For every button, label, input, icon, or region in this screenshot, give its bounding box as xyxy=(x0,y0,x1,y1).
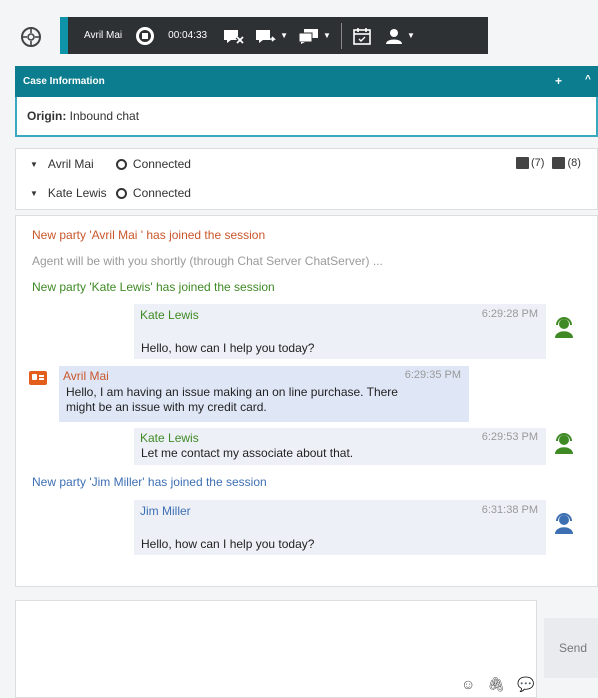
message-author: Jim Miller xyxy=(140,504,191,518)
message-time: 6:31:38 PM xyxy=(481,504,538,516)
chevron-down-icon: ▼ xyxy=(323,31,331,40)
toolbar-divider xyxy=(340,22,342,49)
client-id-card-icon xyxy=(29,371,47,385)
connected-status-icon xyxy=(115,187,127,199)
party-row[interactable]: ▼ Kate Lewis Connected xyxy=(30,186,191,200)
cases-count: (7) xyxy=(531,157,545,169)
message-text: Hello, I am having an issue making an on… xyxy=(66,385,398,399)
party-row[interactable]: ▼ Avril Mai Connected xyxy=(30,157,191,171)
chevron-down-icon[interactable]: ▼ xyxy=(30,189,38,198)
case-information-header[interactable]: Case Information + ^ xyxy=(15,66,598,97)
end-chat-icon[interactable] xyxy=(136,26,155,45)
system-event: New party 'Kate Lewis' has joined the se… xyxy=(32,280,275,294)
toolbar-accent xyxy=(60,17,68,54)
transfer-button[interactable]: ▼ xyxy=(255,28,288,44)
message-time: 6:29:28 PM xyxy=(481,308,538,320)
history-icon xyxy=(552,157,566,169)
message-author: Kate Lewis xyxy=(140,308,199,322)
party-status: Connected xyxy=(132,186,191,200)
message-text: Hello, how can I help you today? xyxy=(141,537,315,551)
attachment-icon[interactable]: 🖇 xyxy=(487,676,505,693)
end-interaction-button[interactable] xyxy=(223,28,245,44)
send-button[interactable]: Send xyxy=(544,618,598,678)
origin-value: Inbound chat xyxy=(69,109,140,123)
toolbar-timer: 00:04:33 xyxy=(168,30,208,41)
chat-transcript[interactable]: New party 'Avril Mai ' has joined the se… xyxy=(15,215,598,587)
chevron-down-icon[interactable]: ▼ xyxy=(30,160,38,169)
add-case-data-icon[interactable]: + xyxy=(555,74,562,88)
party-tools: (7) (8) xyxy=(516,157,581,169)
cases-button[interactable]: (7) xyxy=(516,157,544,169)
agent-headset-icon xyxy=(555,317,573,338)
party-status: Connected xyxy=(132,157,191,171)
case-folder-icon xyxy=(516,157,529,169)
case-information-body: Origin: Inbound chat xyxy=(15,97,598,137)
party-list: ▼ Avril Mai Connected ▼ Kate Lewis Conne… xyxy=(15,148,598,210)
conference-button[interactable]: ▼ xyxy=(298,28,331,44)
chat-conference-icon xyxy=(298,28,319,44)
system-event: New party 'Avril Mai ' has joined the se… xyxy=(32,228,266,242)
focus-status-icon[interactable] xyxy=(20,26,42,48)
system-event: New party 'Jim Miller' has joined the se… xyxy=(32,475,267,489)
calendar-icon xyxy=(353,27,371,45)
agent-message: Jim Miller 6:31:38 PM Hello, how can I h… xyxy=(134,500,546,555)
message-time: 6:29:53 PM xyxy=(481,431,538,443)
message-text: Hello, how can I help you today? xyxy=(141,341,315,355)
case-information-title: Case Information xyxy=(23,76,105,87)
schedule-callback-button[interactable] xyxy=(352,27,372,45)
interaction-toolbar: Avril Mai 00:04:33 ▼ ▼ ▼ xyxy=(60,17,488,54)
emoji-icon[interactable]: ☺ xyxy=(461,676,475,693)
composer-tools: ☺ 🖇 💬 xyxy=(461,676,535,693)
message-text: Let me contact my associate about that. xyxy=(141,446,354,460)
chevron-down-icon: ▼ xyxy=(280,31,289,40)
chat-end-icon xyxy=(224,29,245,44)
agent-headset-icon xyxy=(555,513,573,534)
message-author: Avril Mai xyxy=(63,369,109,383)
history-count: (8) xyxy=(567,157,581,169)
message-author: Kate Lewis xyxy=(140,431,199,445)
party-name: Kate Lewis xyxy=(47,186,107,200)
person-icon xyxy=(385,28,402,44)
history-button[interactable]: (8) xyxy=(552,157,581,169)
agent-message: Kate Lewis 6:29:53 PM Let me contact my … xyxy=(134,428,546,465)
toolbar-contact-name: Avril Mai xyxy=(84,30,123,41)
standard-response-icon[interactable]: 💬 xyxy=(517,676,534,693)
message-composer[interactable]: ☺ 🖇 💬 xyxy=(15,600,537,698)
party-actions-button[interactable]: ▼ xyxy=(384,27,415,45)
agent-headset-icon xyxy=(555,433,573,454)
message-time: 6:29:35 PM xyxy=(404,369,461,381)
agent-message: Kate Lewis 6:29:28 PM Hello, how can I h… xyxy=(134,304,546,359)
message-text: might be an issue with my credit card. xyxy=(66,400,267,414)
collapse-icon[interactable]: ^ xyxy=(585,74,591,85)
party-name: Avril Mai xyxy=(47,157,94,171)
origin-label: Origin: xyxy=(27,109,67,123)
system-event: Agent will be with you shortly (through … xyxy=(32,254,383,268)
chevron-down-icon: ▼ xyxy=(406,31,415,40)
client-message: Avril Mai 6:29:35 PM Hello, I am having … xyxy=(59,366,469,422)
connected-status-icon xyxy=(115,158,127,170)
chat-transfer-icon xyxy=(256,29,277,43)
